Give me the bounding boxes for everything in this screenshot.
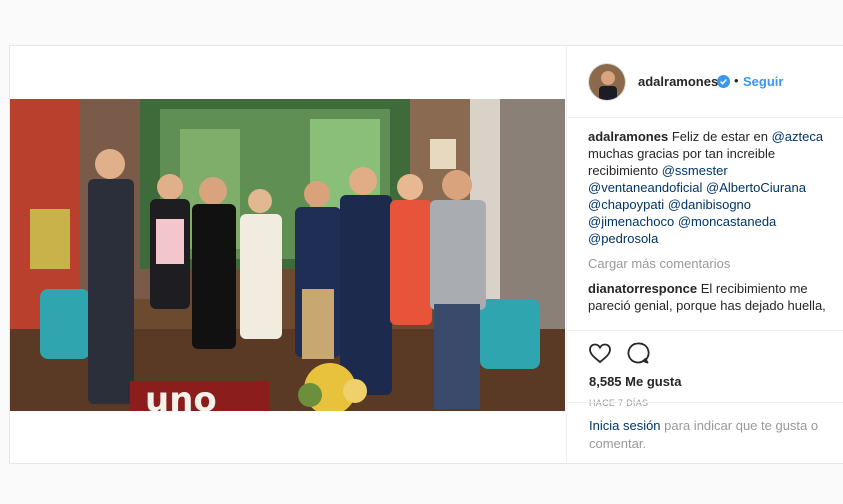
caption-mention[interactable]: @AlbertoCiurana [706,180,806,195]
caption-mention[interactable]: @jimenachoco [588,214,674,229]
verified-badge-icon [717,75,730,88]
caption-mention[interactable]: @azteca [772,129,824,144]
heart-icon[interactable] [588,341,612,365]
caption-mention[interactable]: @danibisogno [668,197,751,212]
post-photo[interactable]: uno [10,99,565,411]
post-username[interactable]: adalramones [638,74,718,89]
comment-bubble-icon[interactable] [626,341,650,365]
caption-mention[interactable]: @pedrosola [588,231,658,246]
likes-count[interactable]: 8,585 Me gusta [589,374,682,389]
post-header: adalramones • Seguir [567,46,843,118]
separator-dot: • [734,73,739,88]
comment-item: dianatorresponce El recibimiento me pare… [588,280,828,314]
comments-section: adalramones Feliz de estar en @azteca mu… [588,128,828,320]
login-link[interactable]: Inicia sesión [589,418,661,433]
caption-mention[interactable]: @moncastaneda [678,214,776,229]
load-more-comments-link[interactable]: Cargar más comentarios [588,255,828,272]
caption-text-1: Feliz de estar en [671,129,768,144]
caption-mention[interactable]: @ssmester [662,163,728,178]
avatar[interactable] [588,63,626,101]
post-sidebar: adalramones • Seguir adalramones Feliz d… [566,46,843,463]
avatar-image [589,64,625,100]
comment-username[interactable]: dianatorresponce [588,281,697,296]
login-prompt: Inicia sesión para indicar que te gusta … [567,402,843,464]
caption-mention[interactable]: @chapoypati [588,197,664,212]
caption-mention[interactable]: @ventaneandoficial [588,180,702,195]
caption-username[interactable]: adalramones [588,129,668,144]
studio-photo-illustration: uno [10,99,565,411]
follow-button[interactable]: Seguir [743,74,783,89]
post-caption: adalramones Feliz de estar en @azteca mu… [588,128,828,247]
photo-sign-text: uno [145,380,217,411]
